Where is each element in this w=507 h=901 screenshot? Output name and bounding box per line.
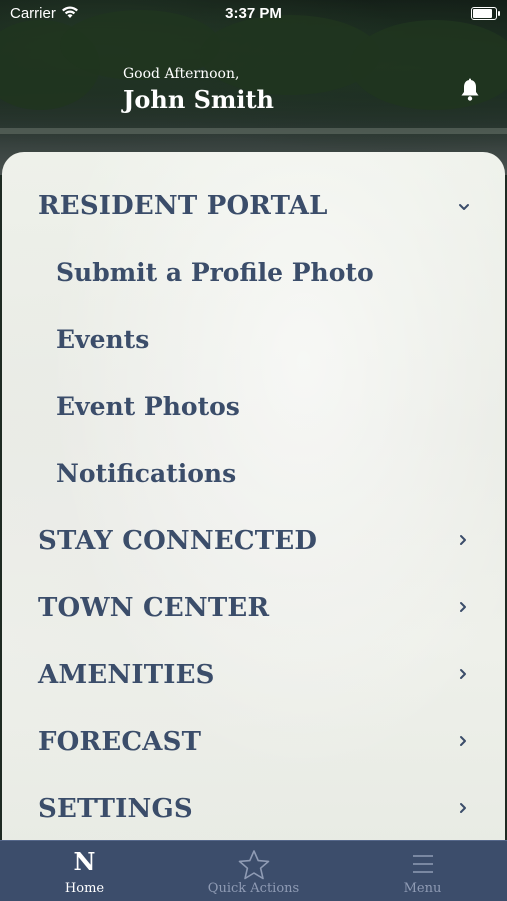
menu-section-stay-connected[interactable]: STAY CONNECTED xyxy=(2,511,505,571)
menu-section-label: TOWN CENTER xyxy=(38,593,270,623)
tab-label: Home xyxy=(64,881,105,896)
tab-label: Menu xyxy=(403,881,442,896)
fence-line xyxy=(0,128,507,134)
menu-section-label: AMENITIES xyxy=(38,660,215,690)
tab-home[interactable]: N Home xyxy=(0,841,169,901)
submenu-item-submit-profile-photo[interactable]: Submit a Profile Photo xyxy=(2,243,505,303)
menu-section-label: FORECAST xyxy=(38,727,202,757)
submenu-item-notifications[interactable]: Notifications xyxy=(2,444,505,504)
menu-icon xyxy=(412,855,433,873)
bell-icon[interactable] xyxy=(459,78,481,102)
star-icon xyxy=(238,850,269,880)
tab-quick-actions[interactable]: Quick Actions xyxy=(169,841,338,901)
menu-section-label: RESIDENT PORTAL xyxy=(38,191,328,221)
chevron-down-icon xyxy=(459,204,469,210)
submenu-item-label: Event Photos xyxy=(56,392,240,421)
menu-section-amenities[interactable]: AMENITIES xyxy=(2,645,505,705)
tab-bar: N Home Quick Actions Menu xyxy=(0,840,507,901)
chevron-right-icon xyxy=(460,602,466,612)
menu-section-forecast[interactable]: FORECAST xyxy=(2,712,505,772)
submenu-item-label: Notifications xyxy=(56,459,237,488)
home-logo-icon: N xyxy=(73,847,96,876)
tree-shape xyxy=(350,20,507,110)
user-name: John Smith xyxy=(123,85,274,114)
clock: 3:37 PM xyxy=(225,5,282,22)
menu-panel: RESIDENT PORTAL Submit a Profile Photo E… xyxy=(2,152,505,852)
menu-section-resident-portal[interactable]: RESIDENT PORTAL xyxy=(2,176,505,236)
status-bar: Carrier 3:37 PM xyxy=(0,0,507,28)
submenu-item-event-photos[interactable]: Event Photos xyxy=(2,377,505,437)
menu-section-settings[interactable]: SETTINGS xyxy=(2,779,505,839)
menu-section-town-center[interactable]: TOWN CENTER xyxy=(2,578,505,638)
tab-menu[interactable]: Menu xyxy=(338,841,507,901)
greeting-text: Good Afternoon, xyxy=(123,66,240,82)
submenu-item-events[interactable]: Events xyxy=(2,310,505,370)
tab-label: Quick Actions xyxy=(207,881,300,896)
chevron-right-icon xyxy=(460,535,466,545)
menu-section-label: STAY CONNECTED xyxy=(38,526,318,556)
chevron-right-icon xyxy=(460,736,466,746)
battery-icon xyxy=(471,7,500,20)
submenu-item-label: Events xyxy=(56,325,150,354)
menu-section-label: SETTINGS xyxy=(38,794,193,824)
submenu-item-label: Submit a Profile Photo xyxy=(56,258,374,287)
chevron-right-icon xyxy=(460,669,466,679)
chevron-right-icon xyxy=(460,803,466,813)
